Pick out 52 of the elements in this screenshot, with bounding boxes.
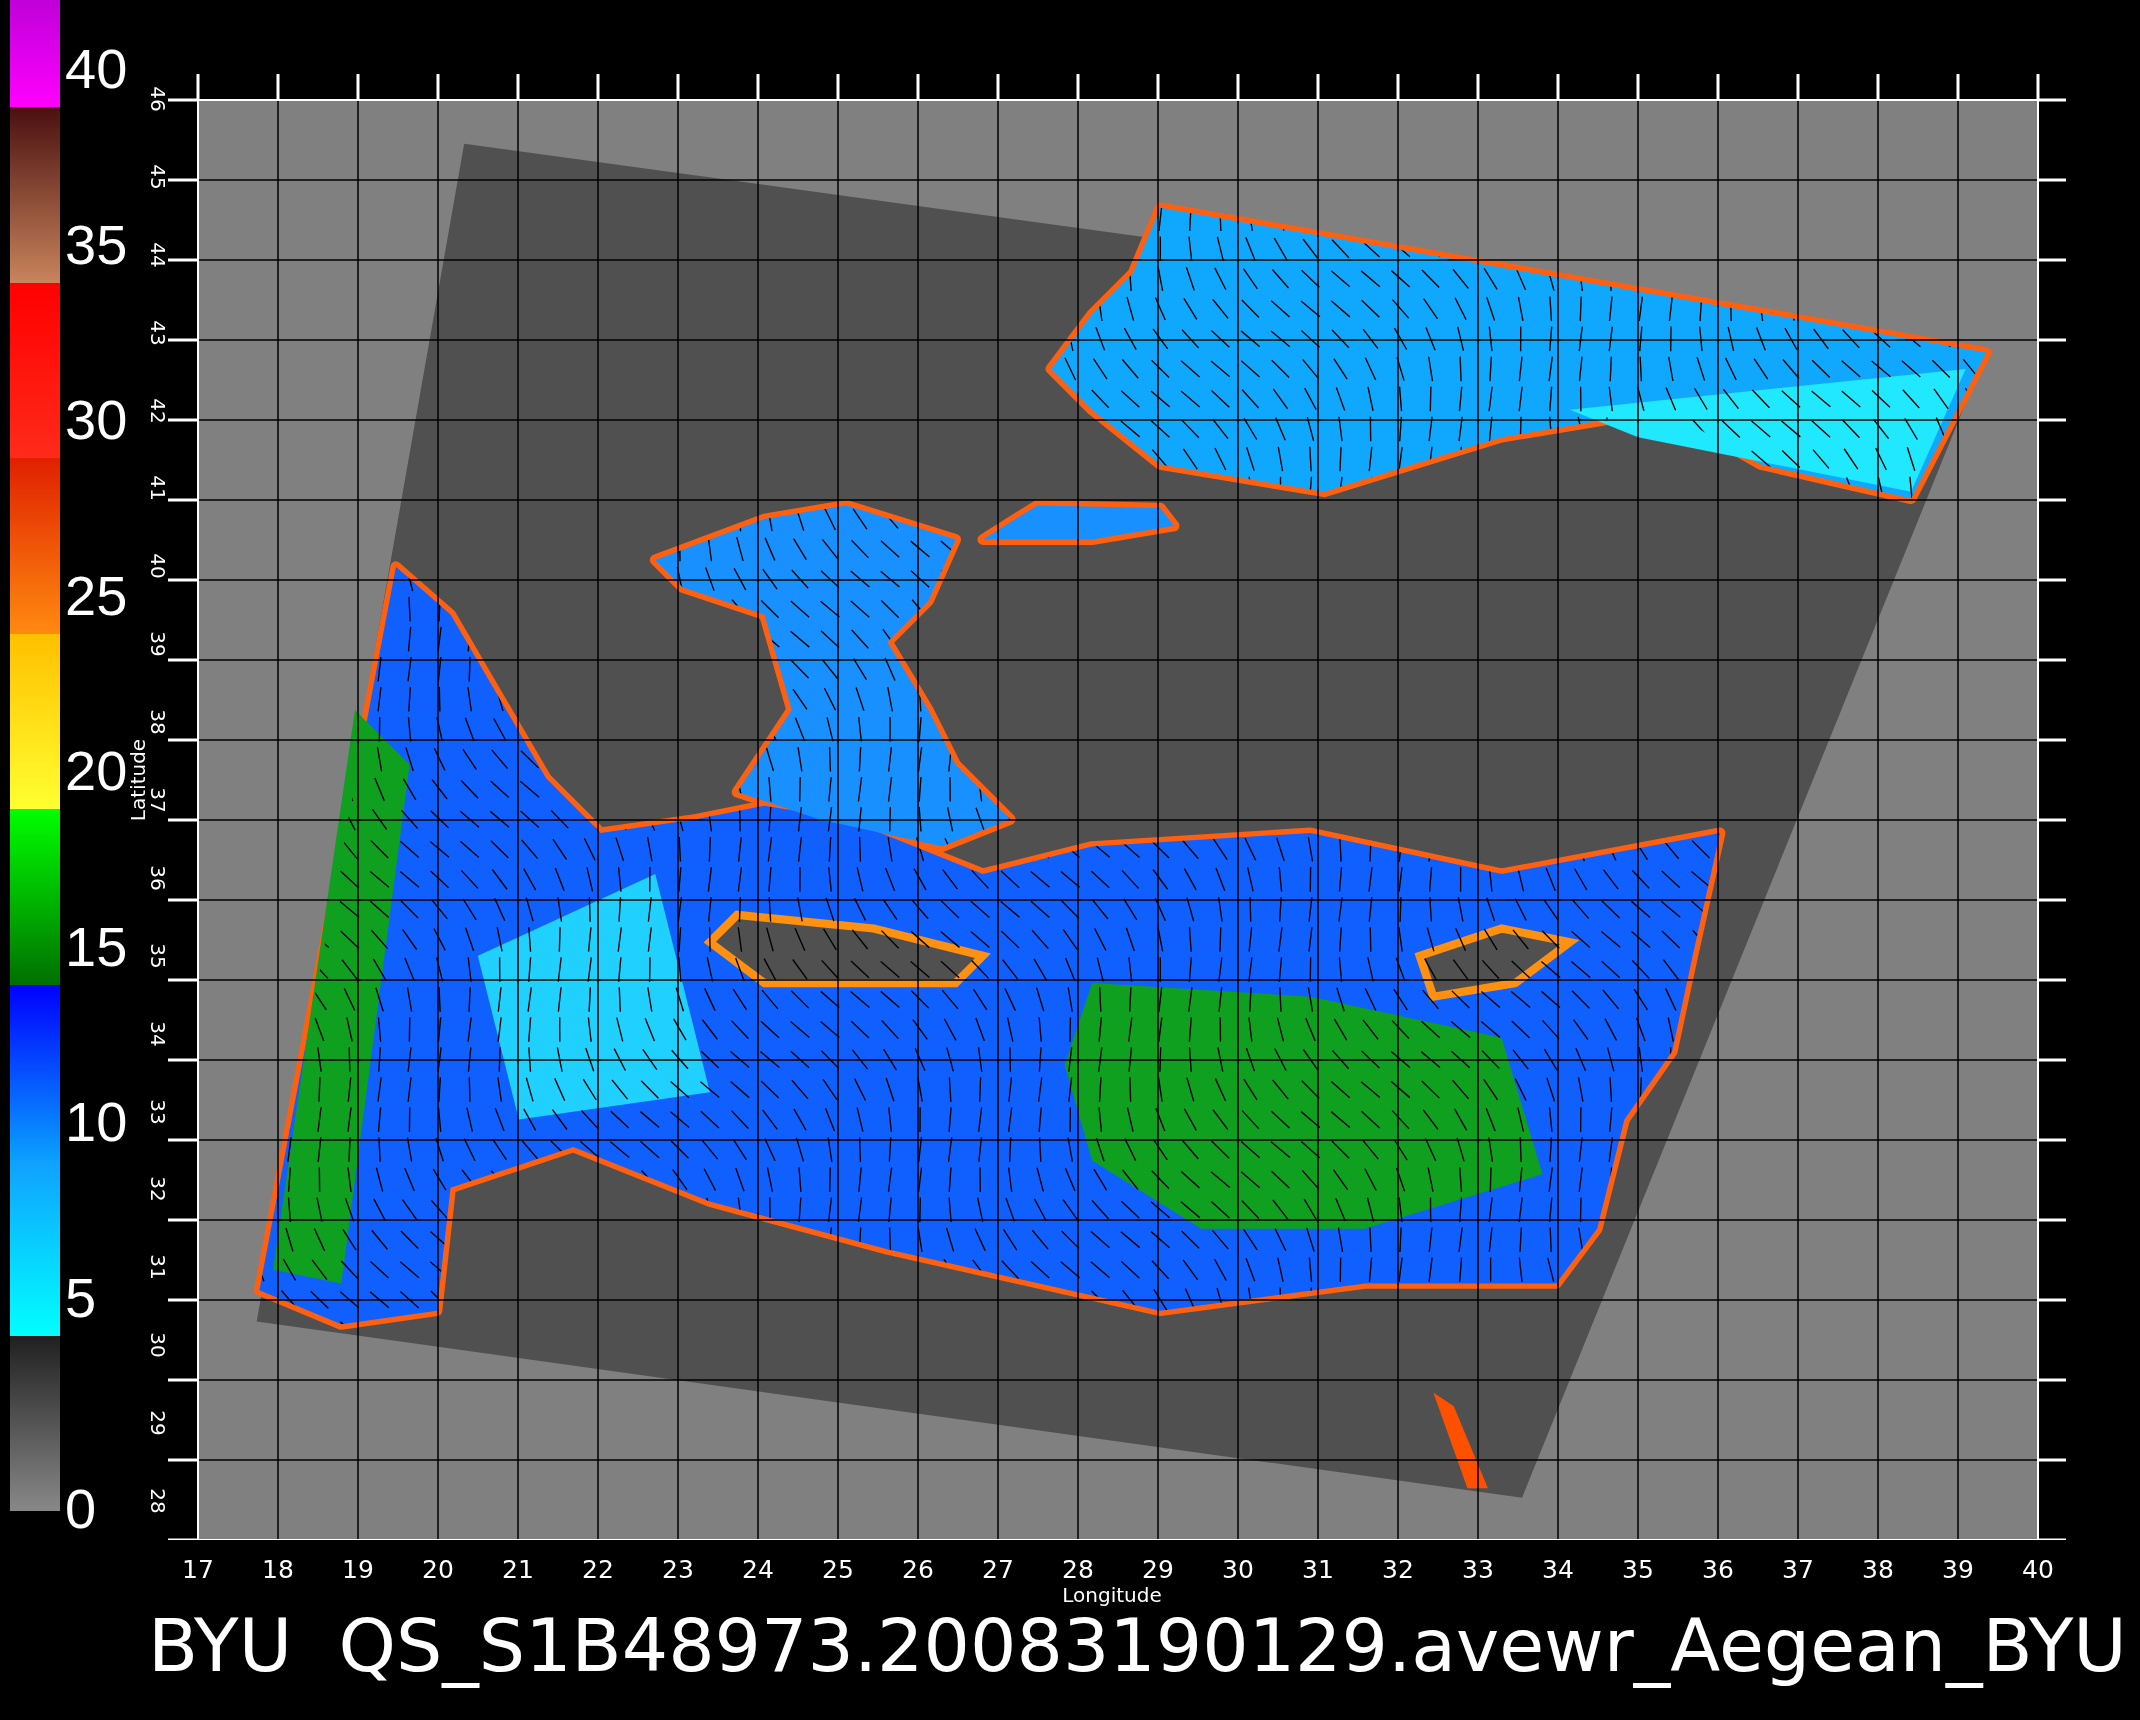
tick-label: 36 xyxy=(146,865,170,891)
tick-label: 25 xyxy=(822,1555,854,1584)
tick-label: 42 xyxy=(146,397,170,424)
tick-label: 31 xyxy=(146,1254,170,1280)
tick-label: 32 xyxy=(1382,1555,1414,1584)
tick-label: 19 xyxy=(342,1555,374,1584)
colorbar-label: 0 xyxy=(65,1481,97,1537)
colorbar-label: 20 xyxy=(65,743,128,799)
tick-label: 20 xyxy=(422,1555,454,1584)
colorbar-label: 25 xyxy=(65,567,128,624)
tick-label: 21 xyxy=(502,1555,534,1584)
tick-label: 26 xyxy=(902,1555,934,1584)
tick-label: 31 xyxy=(1302,1555,1334,1584)
tick-label: 39 xyxy=(1942,1555,1974,1584)
colorbar-label: 10 xyxy=(65,1094,128,1150)
tick-label: 45 xyxy=(146,164,170,190)
tick-label: 39 xyxy=(146,631,170,657)
tick-label: 41 xyxy=(146,475,170,502)
tick-label: 36 xyxy=(1702,1555,1734,1584)
colorbar-label: 40 xyxy=(65,41,128,97)
tick-label: 23 xyxy=(662,1555,694,1584)
tick-label: 38 xyxy=(1862,1555,1894,1584)
tick-label: 38 xyxy=(146,709,170,735)
tick-label: 40 xyxy=(146,553,170,579)
tick-label: 35 xyxy=(1622,1555,1654,1584)
tick-label: 44 xyxy=(146,242,170,268)
tick-label: 18 xyxy=(262,1555,294,1584)
tick-label: 37 xyxy=(1782,1555,1814,1584)
tick-label: 46 xyxy=(146,86,170,112)
tick-label: 33 xyxy=(1462,1555,1494,1584)
tick-label: 40 xyxy=(2022,1555,2054,1584)
tick-label: 33 xyxy=(146,1098,170,1125)
tick-label: 28 xyxy=(146,1488,170,1514)
tick-label: 30 xyxy=(146,1332,170,1358)
tick-label: 27 xyxy=(982,1555,1014,1584)
axis-title: Longitude xyxy=(1062,1584,1162,1606)
colorbar-label: 30 xyxy=(65,392,128,448)
tick-label: 30 xyxy=(1222,1555,1254,1584)
tick-label: 35 xyxy=(146,943,170,969)
colorbar-label: 35 xyxy=(65,216,128,273)
tick-label: 34 xyxy=(1542,1555,1574,1584)
tick-label: 43 xyxy=(146,319,170,346)
tick-label: 29 xyxy=(1142,1555,1174,1584)
tick-label: 29 xyxy=(146,1410,170,1436)
colorbar-label: 15 xyxy=(65,918,128,975)
tick-label: 34 xyxy=(146,1020,170,1047)
tick-label: 32 xyxy=(146,1176,170,1203)
tick-label: 24 xyxy=(742,1555,774,1584)
tick-label: 17 xyxy=(182,1555,214,1584)
tick-label: 22 xyxy=(582,1555,614,1584)
colorbar-label: 5 xyxy=(65,1269,97,1326)
tick-label: 28 xyxy=(1062,1555,1094,1584)
